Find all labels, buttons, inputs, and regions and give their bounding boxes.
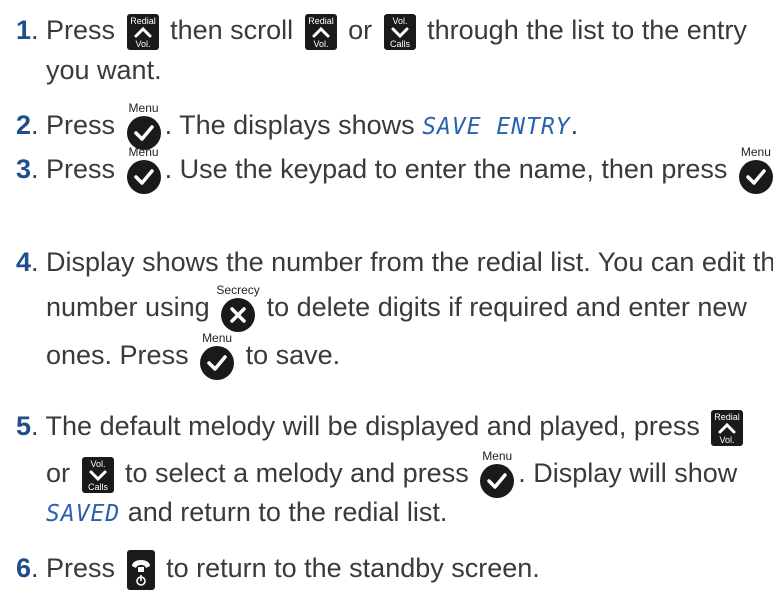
menu-ok-key-icon: Menu <box>126 101 161 150</box>
step-text: to select a melody and press <box>117 458 477 489</box>
secrecy-delete-key-icon: Secrecy <box>216 284 260 332</box>
svg-text:Vol.: Vol. <box>720 435 735 445</box>
svg-text:Vol.: Vol. <box>135 39 150 49</box>
step-number: 4 <box>16 247 32 277</box>
step-text: ones. Press <box>46 340 197 371</box>
step-5-line-1: 5. The default melody will be displayed … <box>16 410 747 446</box>
step-4-line-3: ones. Press Menu to save. <box>46 331 341 380</box>
step-text: . The displays shows <box>164 110 423 141</box>
step-1-line-1: 1. Press Redial Vol. then scroll Redial … <box>16 14 747 50</box>
redial-vol-up-key-icon: Redial Vol. <box>126 14 159 50</box>
svg-text:Redial: Redial <box>715 412 741 422</box>
step-4-line-1: 4. Display shows the number from the red… <box>16 246 773 278</box>
step-text: then scroll <box>162 15 301 46</box>
step-text: through the list to the entry <box>419 15 747 46</box>
step-text: you want. <box>46 55 162 85</box>
key-label: Secrecy <box>216 283 260 297</box>
lcd-display-text: SAVED <box>46 501 121 527</box>
redial-vol-up-key-icon: Redial Vol. <box>304 14 337 50</box>
key-label: Menu <box>128 101 159 115</box>
svg-text:Redial: Redial <box>308 16 334 26</box>
step-text: . Press <box>31 110 123 141</box>
step-text: . The default melody will be displayed a… <box>31 411 708 442</box>
svg-text:Vol.: Vol. <box>90 459 105 469</box>
step-number: 2 <box>16 110 32 141</box>
vol-down-calls-key-icon: Vol. Calls <box>383 14 416 50</box>
menu-ok-key-icon: Menu <box>200 331 235 380</box>
step-number: 1 <box>16 15 32 46</box>
step-text: . <box>570 110 579 141</box>
step-3-line: 3. Press Menu . Use the keypad to enter … <box>16 145 773 194</box>
step-text: . Press <box>31 553 123 584</box>
step-text: . Display will show <box>518 458 738 489</box>
step-number: 3 <box>16 154 32 185</box>
vol-down-calls-key-icon: Vol. Calls <box>81 457 114 493</box>
step-text: . Use the keypad to enter the name, then… <box>164 154 735 185</box>
step-text: . Display shows the number from the redi… <box>31 247 773 277</box>
step-text: number using <box>46 292 218 323</box>
lcd-display-text: SAVE ENTRY <box>422 114 571 141</box>
svg-text:Vol.: Vol. <box>392 16 407 26</box>
instruction-page: 1. Press Redial Vol. then scroll Redial … <box>0 0 773 599</box>
menu-ok-key-icon: Menu <box>480 449 515 498</box>
menu-ok-key-icon: Menu <box>126 145 161 194</box>
step-text: to return to the standby screen. <box>158 553 540 584</box>
step-6-line: 6. Press to return to the standby screen… <box>16 550 540 590</box>
svg-text:Vol.: Vol. <box>313 39 328 49</box>
step-5-line-3: SAVED and return to the redial list. <box>46 496 447 530</box>
key-label: Menu <box>482 449 513 463</box>
step-number: 5 <box>16 411 32 442</box>
step-number: 6 <box>16 553 32 584</box>
step-text: or <box>340 15 380 46</box>
step-text: . Press <box>31 154 123 185</box>
svg-text:Calls: Calls <box>88 482 109 492</box>
step-text: . Press <box>31 15 123 46</box>
menu-ok-key-icon: Menu <box>738 145 773 194</box>
key-label: Menu <box>202 331 233 345</box>
key-label: Menu <box>128 145 159 159</box>
redial-vol-up-key-icon: Redial Vol. <box>711 410 744 446</box>
step-1-line-2: you want. <box>46 54 162 86</box>
step-text: to delete digits if required and enter n… <box>259 292 747 323</box>
key-label: Menu <box>740 145 771 159</box>
svg-text:Redial: Redial <box>130 16 156 26</box>
svg-text:Calls: Calls <box>390 39 411 49</box>
step-4-line-2: number using Secrecy to delete digits if… <box>46 284 747 332</box>
step-text: to save. <box>238 340 341 371</box>
end-call-power-key-icon <box>126 550 155 590</box>
step-5-line-2: or Vol. Calls to select a melody and pre… <box>46 449 738 498</box>
step-2-line: 2. Press Menu . The displays shows SAVE … <box>16 101 579 150</box>
step-text: or <box>46 458 78 489</box>
step-text: and return to the redial list. <box>120 497 448 527</box>
